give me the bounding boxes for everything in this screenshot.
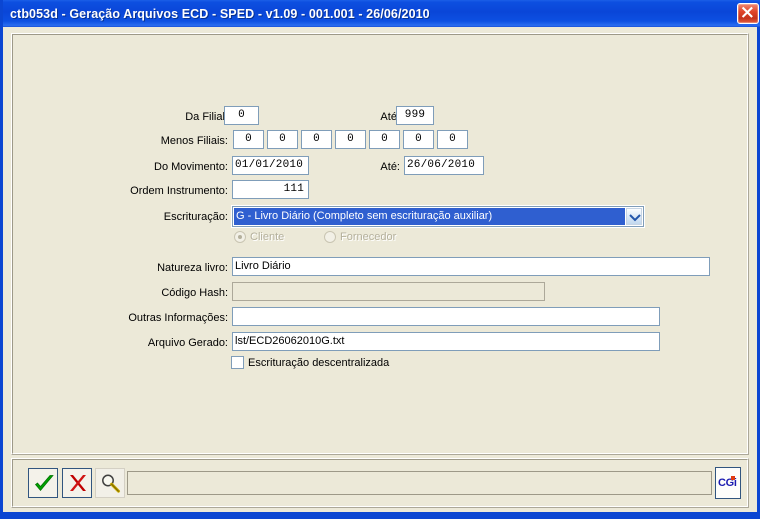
application-window: ctb053d - Geração Arquivos ECD - SPED - … bbox=[0, 0, 760, 519]
do-movimento-input[interactable]: 01/01/2010 bbox=[232, 156, 309, 175]
menos-filiais-input-3[interactable]: 0 bbox=[301, 130, 332, 149]
bottom-toolbar: CGi bbox=[11, 458, 749, 508]
radio-fornecedor-indicator bbox=[324, 231, 336, 243]
radio-cliente[interactable]: Cliente bbox=[234, 231, 284, 243]
client-area: Da Filial: 0 Até: 999 Menos Filiais: 0 0… bbox=[3, 27, 757, 512]
menos-filiais-input-6[interactable]: 0 bbox=[403, 130, 434, 149]
menos-filiais-label: Menos Filiais: bbox=[160, 135, 228, 147]
natureza-livro-input[interactable]: Livro Diário bbox=[232, 257, 710, 276]
escrituracao-select[interactable]: G - Livro Diário (Completo sem escritura… bbox=[232, 206, 644, 227]
outras-informacoes-label: Outras Informações: bbox=[128, 312, 228, 324]
da-filial-label: Da Filial: bbox=[185, 111, 228, 123]
outras-informacoes-input[interactable] bbox=[232, 307, 660, 326]
close-button[interactable] bbox=[737, 3, 759, 24]
escrituracao-label: Escrituração: bbox=[163, 211, 228, 223]
do-movimento-ate-label: Até: bbox=[380, 161, 400, 173]
escrituracao-descentralizada-checkbox[interactable]: Escrituração descentralizada bbox=[231, 356, 389, 369]
arquivo-gerado-label: Arquivo Gerado: bbox=[147, 337, 228, 349]
escrituracao-descentralizada-label: Escrituração descentralizada bbox=[248, 356, 390, 369]
codigo-hash-input bbox=[232, 282, 545, 301]
menos-filiais-input-5[interactable]: 0 bbox=[369, 130, 400, 149]
menos-filiais-input-2[interactable]: 0 bbox=[267, 130, 298, 149]
natureza-livro-label: Natureza livro: bbox=[157, 262, 228, 274]
do-movimento-label: Do Movimento: bbox=[154, 161, 228, 173]
escrituracao-dropdown-button[interactable] bbox=[626, 208, 642, 225]
radio-cliente-indicator bbox=[234, 231, 246, 243]
da-filial-ate-input[interactable]: 999 bbox=[396, 106, 434, 125]
titlebar[interactable]: ctb053d - Geração Arquivos ECD - SPED - … bbox=[3, 0, 760, 27]
ordem-instrumento-input[interactable]: 111 bbox=[232, 180, 309, 199]
cgi-brand-button[interactable]: CGi bbox=[715, 467, 741, 499]
menos-filiais-input-1[interactable]: 0 bbox=[233, 130, 264, 149]
arquivo-gerado-input[interactable]: lst/ECD26062010G.txt bbox=[232, 332, 660, 351]
menos-filiais-input-7[interactable]: 0 bbox=[437, 130, 468, 149]
main-form-panel-bevel bbox=[12, 34, 748, 454]
window-title: ctb053d - Geração Arquivos ECD - SPED - … bbox=[10, 6, 430, 21]
ordem-instrumento-label: Ordem Instrumento: bbox=[130, 185, 228, 197]
escrituracao-descentralizada-box bbox=[231, 356, 244, 369]
escrituracao-selected-value: G - Livro Diário (Completo sem escritura… bbox=[234, 208, 625, 225]
codigo-hash-label: Código Hash: bbox=[161, 287, 228, 299]
search-button[interactable] bbox=[95, 468, 125, 498]
radio-cliente-label: Cliente bbox=[250, 231, 285, 243]
da-filial-input[interactable]: 0 bbox=[224, 106, 259, 125]
radio-fornecedor[interactable]: Fornecedor bbox=[324, 231, 396, 243]
confirm-button[interactable] bbox=[28, 468, 58, 498]
cgi-brand-accent-dot bbox=[731, 476, 735, 480]
do-movimento-ate-input[interactable]: 26/06/2010 bbox=[404, 156, 484, 175]
status-message-field bbox=[127, 471, 712, 495]
radio-fornecedor-label: Fornecedor bbox=[340, 231, 397, 243]
cancel-button[interactable] bbox=[62, 468, 92, 498]
main-form-panel: Da Filial: 0 Até: 999 Menos Filiais: 0 0… bbox=[11, 33, 749, 455]
da-filial-ate-label: Até: bbox=[380, 111, 400, 123]
menos-filiais-input-4[interactable]: 0 bbox=[335, 130, 366, 149]
